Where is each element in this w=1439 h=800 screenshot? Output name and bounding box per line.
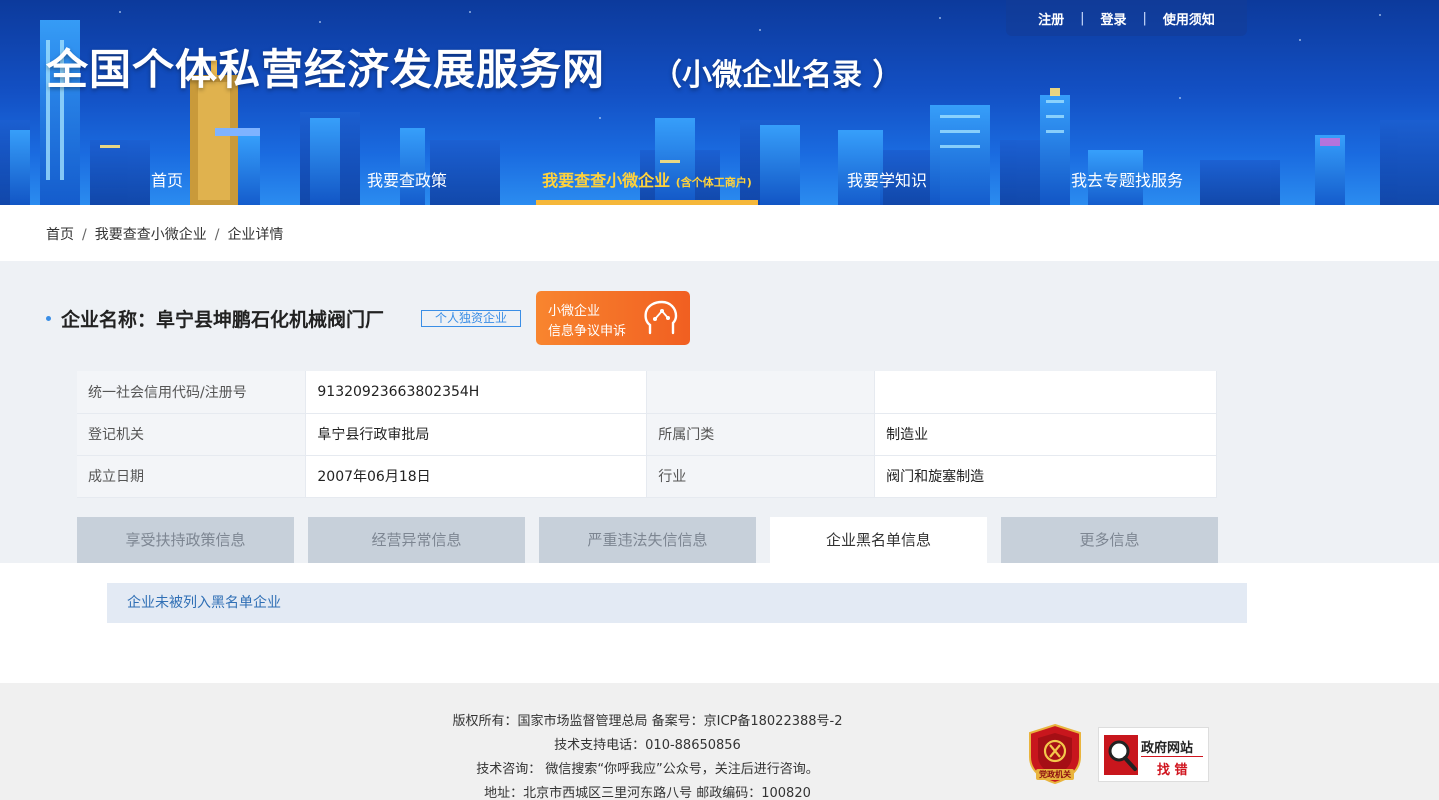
register-link[interactable]: 注册	[1022, 9, 1080, 28]
info-value-registration-authority: 阜宁县行政审批局	[305, 413, 648, 456]
info-label-category: 所属门类	[646, 413, 876, 456]
breadcrumb: 首页 / 我要查查小微企业 / 企业详情	[46, 224, 283, 244]
enterprise-name: 阜宁县坤鹏石化机械阀门厂	[156, 309, 385, 331]
bullet-dot	[46, 316, 51, 321]
enterprise-info-table: 统一社会信用代码/注册号 91320923663802354H 登记机关 阜宁县…	[77, 371, 1217, 498]
gov-badge-title: 政府网站	[1141, 741, 1194, 756]
nav-item-label: 我要学知识	[846, 171, 927, 190]
nav-item-label: 我要查政策	[366, 171, 447, 190]
breadcrumb-current: 企业详情	[227, 227, 284, 243]
info-value-empty	[874, 371, 1217, 414]
info-value-industry: 阀门和旋塞制造	[874, 455, 1217, 498]
nav-item-policy[interactable]: 我要查政策	[346, 155, 468, 205]
info-label-established-date: 成立日期	[77, 455, 307, 498]
enterprise-name-label: 企业名称：	[61, 309, 157, 331]
dispute-button-line1: 小微企业	[548, 304, 601, 319]
breadcrumb-enterprise-search[interactable]: 我要查查小微企业	[95, 227, 207, 243]
gov-badge-subtitle: 找 错	[1157, 763, 1188, 778]
dispute-appeal-button[interactable]: 小微企业 信息争议申诉	[536, 291, 690, 345]
table-row: 成立日期 2007年06月18日 行业 阀门和旋塞制造	[77, 455, 1217, 498]
breadcrumb-home[interactable]: 首页	[46, 227, 74, 243]
nav-item-services[interactable]: 我去专题找服务	[1056, 155, 1198, 205]
nav-item-label: 我要查查小微企业	[542, 171, 671, 190]
enterprise-type-tag: 个人独资企业	[421, 310, 521, 327]
table-row: 登记机关 阜宁县行政审批局 所属门类 制造业	[77, 413, 1217, 456]
info-label-credit-code: 统一社会信用代码/注册号	[77, 371, 307, 414]
info-value-credit-code: 91320923663802354H	[305, 371, 648, 414]
header-banner: 全国个体私营经济发展服务网 （小微企业名录 ） 注册 | 登录 | 使用须知 首…	[0, 0, 1439, 205]
head-profile-icon	[644, 300, 678, 335]
dispute-button-line2: 信息争议申诉	[548, 324, 627, 339]
tab-more-info[interactable]: 更多信息	[1001, 517, 1218, 563]
gov-badge-divider	[1141, 756, 1203, 757]
usage-notice-link[interactable]: 使用须知	[1147, 9, 1231, 28]
nav-active-underline	[536, 200, 758, 205]
info-value-established-date: 2007年06月18日	[305, 455, 648, 498]
tab-serious-violation[interactable]: 严重违法失信信息	[539, 517, 756, 563]
main-nav: 首页 我要查政策 我要查查小微企业 (含个体工商户) 我要学知识 我去专题找服务	[0, 155, 1439, 205]
table-row: 统一社会信用代码/注册号 91320923663802354H	[77, 371, 1217, 414]
footer-address: 地址：北京市西城区三里河东路八号 邮政编码：100820	[484, 786, 811, 800]
tab-support-policy[interactable]: 享受扶持政策信息	[77, 517, 294, 563]
nav-item-label: 首页	[150, 171, 183, 190]
info-label-industry: 行业	[646, 455, 876, 498]
info-label-registration-authority: 登记机关	[77, 413, 307, 456]
site-subtitle: （小微企业名录 ）	[652, 58, 903, 93]
tab-blacklist[interactable]: 企业黑名单信息	[770, 517, 987, 563]
enterprise-name-row: 企业名称： 阜宁县坤鹏石化机械阀门厂	[46, 305, 384, 332]
party-government-badge[interactable]: 党政机关	[1028, 723, 1082, 789]
breadcrumb-separator: /	[82, 227, 87, 243]
nav-item-note: (含个体工商户)	[675, 176, 752, 189]
tab-abnormal-operation[interactable]: 经营异常信息	[308, 517, 525, 563]
top-links-bar: 注册 | 登录 | 使用须知	[1006, 0, 1247, 36]
magnifier-icon	[1104, 735, 1138, 775]
info-value-category: 制造业	[874, 413, 1217, 456]
party-badge-text: 党政机关	[1039, 770, 1071, 779]
nav-item-home[interactable]: 首页	[112, 155, 222, 205]
login-link[interactable]: 登录	[1084, 9, 1142, 28]
nav-item-label: 我去专题找服务	[1070, 171, 1183, 190]
breadcrumb-separator: /	[214, 227, 220, 243]
nav-item-knowledge[interactable]: 我要学知识	[826, 155, 948, 205]
site-title: 全国个体私营经济发展服务网	[46, 45, 606, 94]
info-label-empty	[646, 371, 876, 414]
gov-website-error-report-badge[interactable]: 政府网站 找 错	[1098, 727, 1209, 782]
blacklist-result: 企业未被列入黑名单企业	[107, 583, 1247, 623]
nav-item-enterprise-search[interactable]: 我要查查小微企业 (含个体工商户)	[536, 155, 758, 205]
